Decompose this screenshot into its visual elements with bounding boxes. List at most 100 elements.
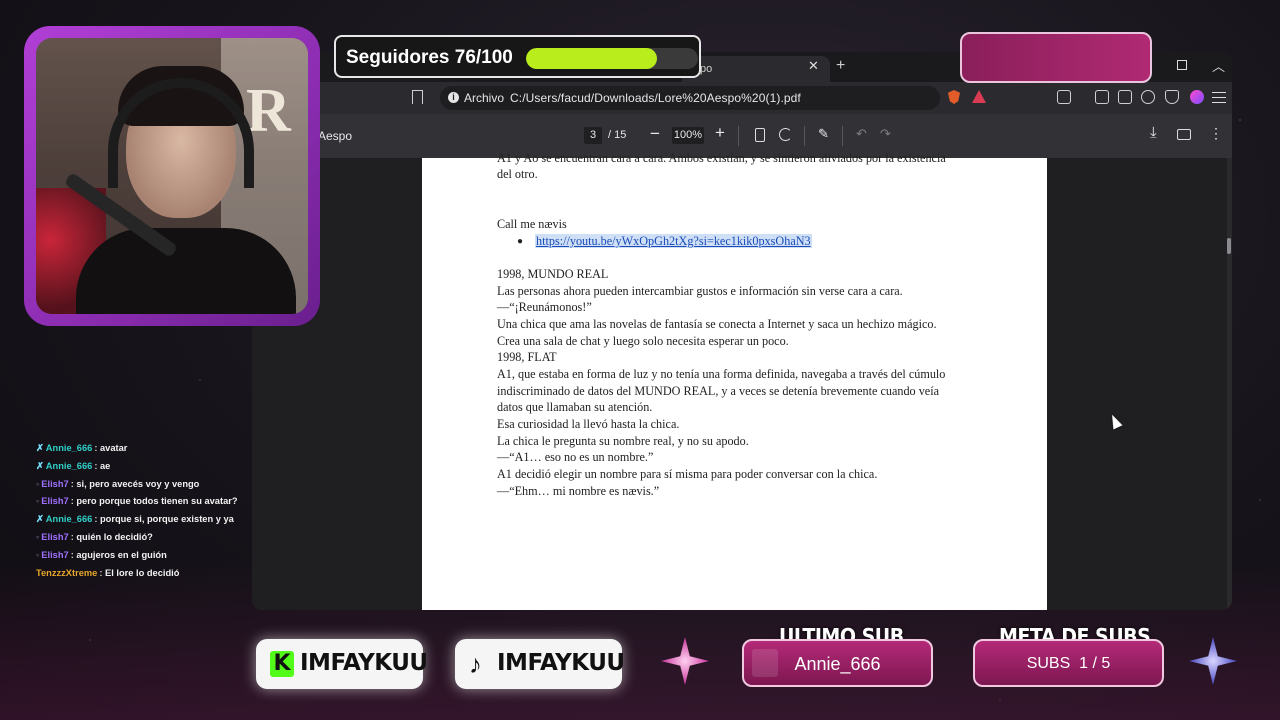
chat-username[interactable]: TenzzzXtreme: [36, 568, 97, 578]
chat-message: ✗ Annie_666: avatar: [36, 443, 266, 461]
address-url[interactable]: C:/Users/facud/Downloads/Lore%20Aespo%20…: [510, 91, 801, 105]
kick-social-badge: K IMFAYKUU: [256, 639, 428, 689]
wallet-icon[interactable]: [1118, 90, 1132, 104]
brave-shields-icon[interactable]: [948, 90, 960, 104]
chat-username[interactable]: Annie_666: [46, 461, 93, 471]
chat-badge-icon: ◦: [36, 531, 40, 542]
kick-icon: K: [270, 651, 294, 677]
tab-close-icon[interactable]: ✕: [808, 58, 819, 74]
chat-text: ae: [100, 460, 111, 471]
pdf-text-line: La chica le pregunta su nombre real, y n…: [497, 434, 749, 448]
mouse-cursor-icon: [1107, 412, 1123, 430]
chat-badge-icon: ✗: [36, 460, 44, 471]
sidebar-icon[interactable]: [1095, 90, 1109, 104]
pdf-text-line: Una chica que ama las novelas de fantasí…: [497, 317, 937, 331]
leo-ai-icon[interactable]: [1190, 90, 1204, 104]
print-icon[interactable]: [1177, 129, 1191, 140]
kick-handle: IMFAYKUU: [300, 650, 428, 676]
chat-text: quién lo decidió?: [76, 531, 153, 542]
fit-page-icon[interactable]: [755, 128, 765, 142]
chat-username[interactable]: Elish7: [41, 479, 68, 489]
followers-goal: Seguidores 76/100: [334, 35, 701, 78]
last-sub-name: Annie_666: [794, 654, 881, 674]
pdf-text-line: indiscriminado de datos del MUNDO REAL, …: [497, 384, 939, 398]
toolbar-divider: [738, 126, 739, 146]
song-title: Call me nævis: [497, 217, 567, 231]
pdf-page: A1 y Ao se encuentran cara a cara. Ambos…: [422, 151, 1047, 610]
chat-badge-icon: ✗: [36, 443, 44, 453]
chat-text: si, pero avecés voy y vengo: [76, 478, 200, 489]
chat-message: ◦ Elish7: pero porque todos tienen su ava…: [36, 496, 266, 514]
chat-badge-icon: ◦: [36, 478, 40, 489]
followers-progress-bar: [526, 48, 698, 69]
chat-badge-icon: ◦: [36, 496, 40, 507]
maximize-icon[interactable]: [1177, 60, 1187, 70]
sub-goal-panel: SUBS 1 / 5: [973, 639, 1164, 687]
extensions-icon[interactable]: [1141, 90, 1155, 104]
followers-progress-fill: [526, 48, 657, 69]
streamer-body: [76, 228, 296, 314]
pdf-viewer[interactable]: A1 y Ao se encuentran cara a cara. Ambos…: [252, 151, 1232, 610]
chat-badge-icon: ✗: [36, 514, 44, 525]
page-number-input[interactable]: 3: [584, 127, 602, 144]
annotate-icon[interactable]: ✎: [818, 126, 829, 142]
pdf-text-line: 1998, MUNDO REAL: [497, 267, 609, 281]
toolbar-divider: [804, 126, 805, 146]
zoom-in-icon[interactable]: +: [715, 123, 725, 143]
address-bar[interactable]: i Archivo C:/Users/facud/Downloads/Lore%…: [440, 86, 940, 110]
chat-text: El lore lo decidió: [105, 567, 180, 578]
chat-username[interactable]: Elish7: [41, 532, 68, 542]
screenshot-icon[interactable]: [1057, 90, 1071, 104]
rotate-icon[interactable]: [779, 128, 792, 141]
pdf-text-line: A1 decidió elegir un nombre para sí mism…: [497, 467, 878, 481]
webcam-frame: R: [24, 26, 320, 326]
pdf-text-line: A1 y Ao se encuentran cara a cara. Ambos…: [497, 151, 946, 165]
bookmark-icon[interactable]: [412, 90, 423, 104]
menu-icon[interactable]: [1212, 92, 1226, 103]
pdf-text-line: del otro.: [497, 167, 538, 181]
chat-badge-icon: ◦: [36, 549, 40, 560]
zoom-out-icon[interactable]: −: [650, 124, 660, 144]
pdf-text-line: datos que llamaban su atención.: [497, 400, 653, 414]
pdf-text-line: 1998, FLAT: [497, 350, 557, 364]
webcam-feed: R: [36, 38, 308, 314]
vpn-shield-icon[interactable]: [1165, 90, 1179, 104]
pdf-text-line: —“¡Reunámonos!”: [497, 300, 592, 314]
chat-username[interactable]: Annie_666: [46, 443, 93, 453]
chat-username[interactable]: Elish7: [41, 550, 68, 560]
chevron-up-icon[interactable]: ︿: [1212, 56, 1225, 75]
chat-text: pero porque todos tienen su avatar?: [76, 496, 238, 507]
pdf-text-line: —“A1… eso no es un nombre.”: [497, 450, 654, 464]
chat-message: ◦ Elish7: quién lo decidió?: [36, 532, 266, 550]
brave-rewards-icon[interactable]: [972, 90, 986, 103]
sub-goal-text: SUBS 1 / 5: [1026, 655, 1111, 672]
youtube-link-line: https://youtu.be/yWxOpGh2tXg?si=kec1kik0…: [535, 234, 812, 249]
undo-icon[interactable]: ↶: [856, 126, 867, 142]
chat-panel: ✗ Annie_666: avatar ✗ Annie_666: ae ◦ Elish7:…: [36, 443, 266, 585]
pdf-text-line: A1, que estaba en forma de luz y no tení…: [497, 367, 946, 381]
scrollbar[interactable]: [1227, 158, 1232, 610]
chat-username[interactable]: Annie_666: [46, 514, 93, 524]
info-icon[interactable]: i: [448, 92, 459, 103]
document-title: Aespo: [318, 129, 353, 143]
scrollbar-thumb[interactable]: [1227, 238, 1231, 254]
chat-message: TenzzzXtreme: El lore lo decidió: [36, 568, 266, 586]
youtube-link[interactable]: https://youtu.be/yWxOpGh2tXg?si=kec1kik0…: [535, 234, 812, 248]
download-icon[interactable]: ⤓: [1150, 124, 1157, 141]
new-tab-icon[interactable]: +: [836, 57, 845, 75]
tiktok-social-badge: ♪ IMFAYKUU: [455, 639, 625, 689]
zoom-input[interactable]: 100%: [672, 127, 704, 144]
chat-message: ◦ Elish7: agujeros en el guión: [36, 550, 266, 568]
alert-box: [960, 32, 1152, 83]
toolbar-divider: [842, 126, 843, 146]
pdf-text-line: —“Ehm… mi nombre es nævis.”: [497, 484, 660, 498]
tab-title: po: [700, 63, 713, 75]
pdf-text-line: Esa curiosidad la llevó hasta la chica.: [497, 417, 680, 431]
redo-icon[interactable]: ↷: [880, 126, 891, 142]
browser-window: po ✕ + ︿ i Archivo C:/Users/facud/Downlo…: [252, 52, 1232, 610]
more-options-icon[interactable]: ⋮: [1209, 125, 1223, 142]
pdf-text-line: Crea una sala de chat y luego solo neces…: [497, 334, 789, 348]
chat-text: agujeros en el guión: [76, 549, 167, 560]
pdf-text-line: Las personas ahora pueden intercambiar g…: [497, 284, 903, 298]
chat-username[interactable]: Elish7: [41, 496, 68, 506]
